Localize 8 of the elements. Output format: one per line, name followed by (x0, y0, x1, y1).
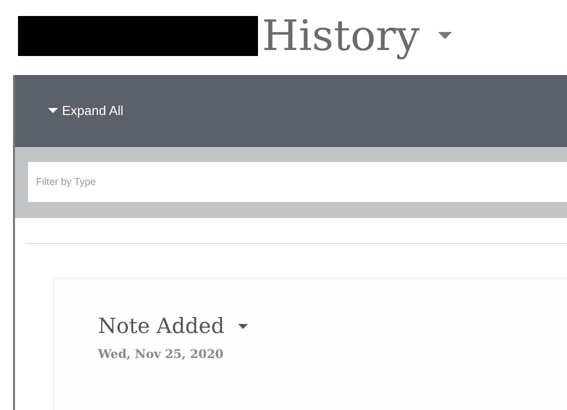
caret-icon[interactable] (438, 32, 452, 40)
expand-all-button[interactable]: Expand All (48, 101, 124, 121)
caret-icon (48, 108, 58, 114)
filter-field[interactable]: Filter by Type (28, 162, 567, 202)
event-title: Note Added (98, 313, 224, 340)
caret-icon[interactable] (238, 324, 248, 330)
page-title: History (262, 15, 420, 57)
event-date: Wed, Nov 25, 2020 (98, 346, 224, 362)
